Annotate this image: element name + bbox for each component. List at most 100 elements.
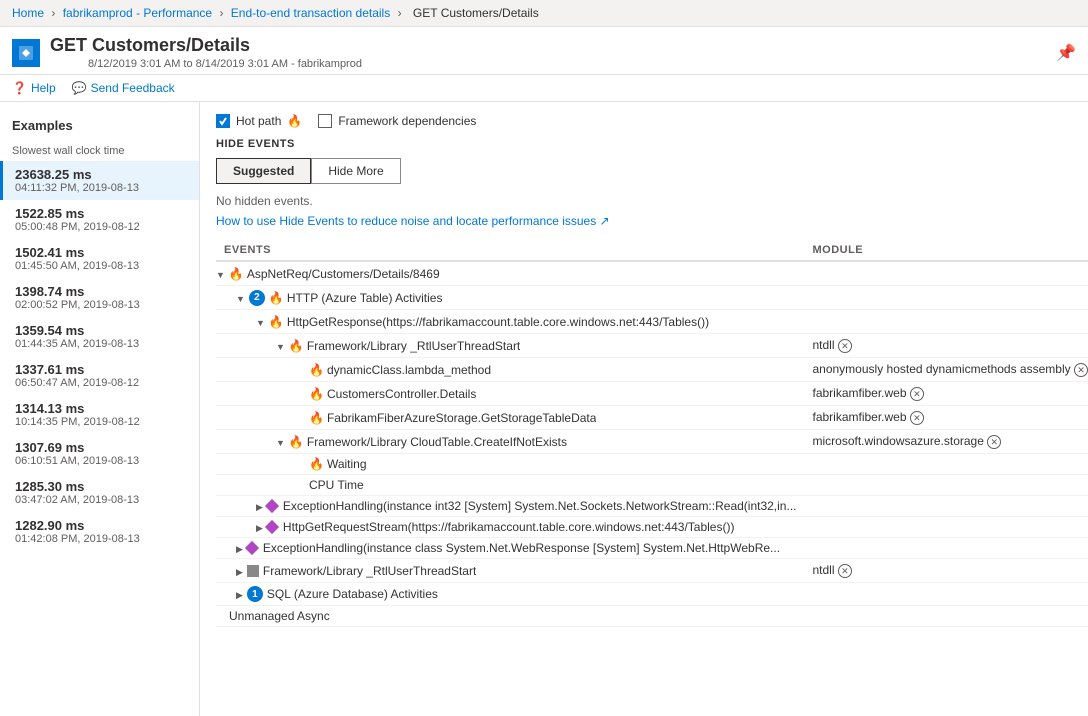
sidebar-item-9[interactable]: 1282.90 ms 01:42:08 PM, 2019-08-13	[0, 512, 199, 551]
event-label-2: HttpGetResponse(https://fabrikamaccount.…	[287, 315, 709, 329]
sidebar-date-1: 05:00:48 PM, 2019-08-12	[15, 221, 187, 233]
page-header: GET Customers/Details 8/12/2019 3:01 AM …	[0, 27, 1088, 75]
module-name-4: anonymously hosted dynamicmethods assemb…	[812, 362, 1070, 376]
expand-arrow-14[interactable]	[236, 587, 243, 601]
sidebar-time-1: 1522.85 ms	[15, 206, 187, 221]
toolbar: ❓ Help 💬 Send Feedback	[0, 75, 1088, 102]
module-close-7[interactable]: ✕	[987, 435, 1001, 449]
event-module-14	[804, 583, 1088, 606]
breadcrumb-home[interactable]: Home	[12, 6, 44, 20]
module-name-3: ntdll	[812, 338, 834, 352]
col-events: EVENTS	[216, 240, 804, 261]
table-row: 🔥dynamicClass.lambda_methodanonymously h…	[216, 358, 1088, 382]
breadcrumb-perf[interactable]: fabrikamprod - Performance	[63, 6, 212, 20]
expand-arrow-7[interactable]	[276, 435, 285, 449]
event-label-3: Framework/Library _RtlUserThreadStart	[307, 339, 520, 353]
sidebar-item-4[interactable]: 1359.54 ms 01:44:35 AM, 2019-08-13	[0, 317, 199, 356]
event-name-cell-3: 🔥Framework/Library _RtlUserThreadStart	[216, 334, 804, 358]
sidebar-date-6: 10:14:35 PM, 2019-08-12	[15, 416, 187, 428]
event-label-4: dynamicClass.lambda_method	[327, 363, 491, 377]
event-module-9	[804, 475, 1088, 496]
event-module-11	[804, 517, 1088, 538]
module-close-6[interactable]: ✕	[910, 411, 924, 425]
sidebar-time-5: 1337.61 ms	[15, 362, 187, 377]
sidebar-date-0: 04:11:32 PM, 2019-08-13	[15, 182, 187, 194]
event-name-cell-13: Framework/Library _RtlUserThreadStart	[216, 559, 804, 583]
fire-icon-0: 🔥	[229, 267, 244, 281]
page-subtitle: 8/12/2019 3:01 AM to 8/14/2019 3:01 AM -…	[88, 58, 362, 70]
event-label-13: Framework/Library _RtlUserThreadStart	[263, 564, 476, 578]
fire-icon-2: 🔥	[269, 315, 284, 329]
content-area: Hot path 🔥 Framework dependencies HIDE E…	[200, 102, 1088, 716]
tab-suggested[interactable]: Suggested	[216, 158, 311, 184]
table-row: HttpGetRequestStream(https://fabrikamacc…	[216, 517, 1088, 538]
sidebar-item-7[interactable]: 1307.69 ms 06:10:51 AM, 2019-08-13	[0, 434, 199, 473]
framework-deps-label: Framework dependencies	[338, 114, 476, 128]
event-name-cell-2: 🔥HttpGetResponse(https://fabrikamaccount…	[216, 310, 804, 334]
event-label-9: CPU Time	[309, 478, 364, 492]
event-name-cell-9: CPU Time	[216, 475, 804, 496]
expand-arrow-13[interactable]	[236, 564, 243, 578]
expand-arrow-0[interactable]	[216, 267, 225, 281]
table-row: CPU Time1.33 ms	[216, 475, 1088, 496]
hide-events-label: HIDE EVENTS	[216, 138, 1072, 150]
sidebar-time-8: 1285.30 ms	[15, 479, 187, 494]
sidebar-item-0[interactable]: 23638.25 ms 04:11:32 PM, 2019-08-13	[0, 161, 199, 200]
expand-arrow-12[interactable]	[236, 541, 243, 555]
event-module-2	[804, 310, 1088, 334]
event-name-cell-5: 🔥CustomersController.Details	[216, 382, 804, 406]
module-close-13[interactable]: ✕	[838, 564, 852, 578]
event-module-10	[804, 496, 1088, 517]
sidebar-item-8[interactable]: 1285.30 ms 03:47:02 AM, 2019-08-13	[0, 473, 199, 512]
sidebar-item-3[interactable]: 1398.74 ms 02:00:52 PM, 2019-08-13	[0, 278, 199, 317]
module-close-4[interactable]: ✕	[1074, 363, 1088, 377]
event-label-10: ExceptionHandling(instance int32 [System…	[283, 499, 797, 513]
table-row: 🔥FabrikamFiberAzureStorage.GetStorageTab…	[216, 406, 1088, 430]
sidebar-time-7: 1307.69 ms	[15, 440, 187, 455]
expand-arrow-3[interactable]	[276, 339, 285, 353]
help-button[interactable]: ❓ Help	[12, 81, 56, 95]
event-label-0: AspNetReq/Customers/Details/8469	[247, 267, 440, 281]
pin-icon[interactable]: 📌	[1056, 43, 1076, 63]
table-header-row: EVENTS MODULE THREAD TIME TIMEL	[216, 240, 1088, 261]
fire-icon-5: 🔥	[309, 387, 324, 401]
sidebar-item-1[interactable]: 1522.85 ms 05:00:48 PM, 2019-08-12	[0, 200, 199, 239]
expand-arrow-1[interactable]	[236, 291, 245, 305]
learn-link[interactable]: How to use Hide Events to reduce noise a…	[216, 214, 610, 228]
table-row: 🔥Framework/Library CloudTable.CreateIfNo…	[216, 430, 1088, 454]
help-icon: ❓	[12, 81, 27, 95]
event-module-4: anonymously hosted dynamicmethods assemb…	[804, 358, 1088, 382]
expand-arrow-11[interactable]	[256, 520, 263, 534]
framework-deps-checkbox[interactable]: Framework dependencies	[318, 114, 476, 128]
event-name-cell-12: ExceptionHandling(instance class System.…	[216, 538, 804, 559]
main-layout: Examples Slowest wall clock time 23638.2…	[0, 102, 1088, 716]
expand-arrow-2[interactable]	[256, 315, 265, 329]
sidebar-date-2: 01:45:50 AM, 2019-08-13	[15, 260, 187, 272]
fire-icon-8: 🔥	[309, 457, 324, 471]
sidebar-item-6[interactable]: 1314.13 ms 10:14:35 PM, 2019-08-12	[0, 395, 199, 434]
sidebar-section-title: Slowest wall clock time	[0, 137, 199, 161]
event-label-5: CustomersController.Details	[327, 387, 476, 401]
sidebar-item-5[interactable]: 1337.61 ms 06:50:47 AM, 2019-08-12	[0, 356, 199, 395]
breadcrumb-e2e[interactable]: End-to-end transaction details	[231, 6, 390, 20]
sidebar-date-5: 06:50:47 AM, 2019-08-12	[15, 377, 187, 389]
fire-icon: 🔥	[287, 114, 302, 128]
module-close-3[interactable]: ✕	[838, 339, 852, 353]
event-module-3: ntdll ✕	[804, 334, 1088, 358]
controls-row: Hot path 🔥 Framework dependencies	[216, 114, 1072, 128]
module-close-5[interactable]: ✕	[910, 387, 924, 401]
tab-hide-more[interactable]: Hide More	[311, 158, 400, 184]
sidebar-time-4: 1359.54 ms	[15, 323, 187, 338]
table-row: Framework/Library _RtlUserThreadStartntd…	[216, 559, 1088, 583]
table-row: Unmanaged Async10.62 ms	[216, 606, 1088, 627]
sidebar-item-2[interactable]: 1502.41 ms 01:45:50 AM, 2019-08-13	[0, 239, 199, 278]
hot-path-checkbox[interactable]: Hot path 🔥	[216, 114, 302, 128]
checkbox-unchecked-icon	[318, 114, 332, 128]
feedback-button[interactable]: 💬 Send Feedback	[72, 81, 175, 95]
sidebar-date-4: 01:44:35 AM, 2019-08-13	[15, 338, 187, 350]
table-row: 🔥AspNetReq/Customers/Details/846924022.1…	[216, 261, 1088, 286]
event-module-5: fabrikamfiber.web ✕	[804, 382, 1088, 406]
sidebar-time-0: 23638.25 ms	[15, 167, 187, 182]
expand-arrow-10[interactable]	[256, 499, 263, 513]
col-module: MODULE	[804, 240, 1088, 261]
